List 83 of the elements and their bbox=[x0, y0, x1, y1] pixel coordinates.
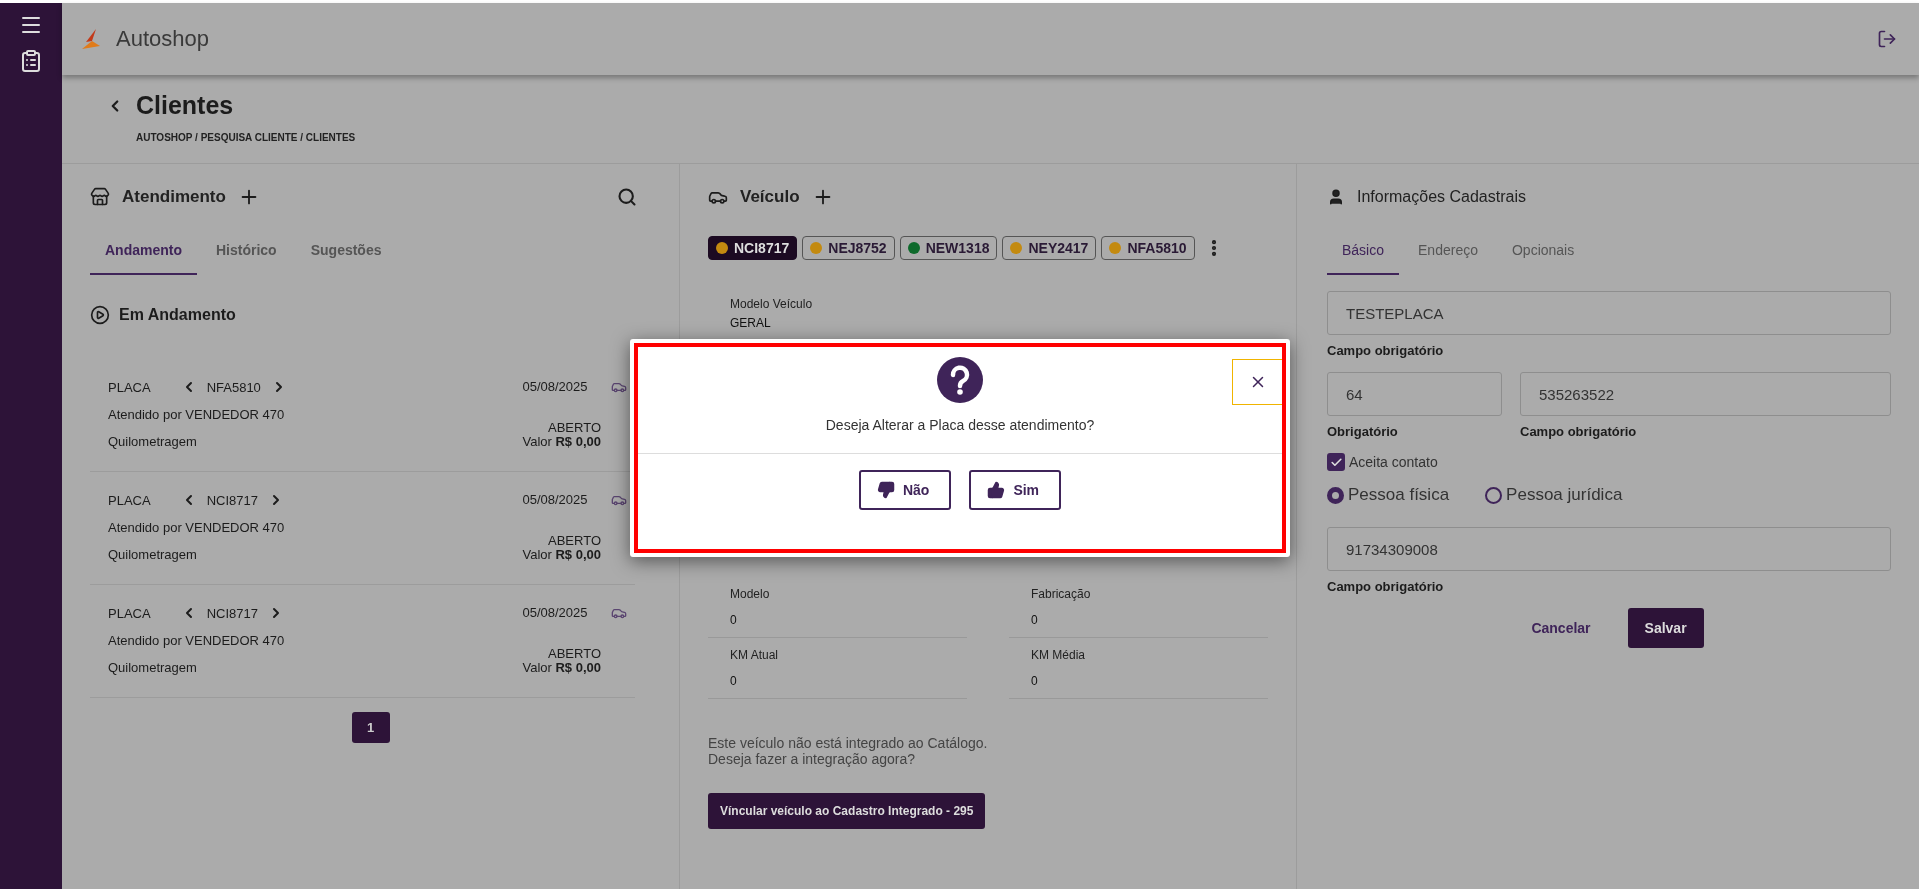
helper-text: Obrigatório bbox=[1327, 424, 1399, 439]
subsection-title: Em Andamento bbox=[119, 306, 236, 324]
mileage-label: Quilometragem bbox=[108, 547, 198, 562]
search-icon[interactable] bbox=[617, 187, 637, 207]
field-label: KM Atual bbox=[730, 648, 780, 662]
integration-notice: Este veículo não está integrado ao Catálogo. Deseja fazer a integração agora? bbox=[708, 735, 989, 767]
tab[interactable]: Sugestões bbox=[295, 232, 397, 275]
plate-label: PLACA bbox=[108, 492, 151, 508]
helper-text: Campo obrigatório bbox=[1520, 424, 1638, 439]
value: Valor R$ 0,00 bbox=[522, 661, 601, 675]
store-icon bbox=[90, 187, 110, 207]
attended-by: Atendido por VENDEDOR 470 bbox=[108, 520, 286, 535]
tab[interactable]: Básico bbox=[1327, 232, 1400, 275]
radio-button[interactable] bbox=[1327, 486, 1344, 504]
helper-text: Campo obrigatório bbox=[1327, 579, 1445, 594]
field-value: 0 bbox=[1031, 674, 1039, 688]
document-field[interactable]: 91734309008 bbox=[1327, 527, 1891, 571]
field-value: 0 bbox=[730, 613, 738, 627]
radio-label: Pessoa física bbox=[1348, 485, 1450, 505]
breadcrumb: AUTOSHOP / PESQUISA CLIENTE / CLIENTES bbox=[136, 132, 357, 143]
checkbox-label: Aceita contato bbox=[1349, 454, 1438, 470]
yes-button[interactable]: Sim bbox=[969, 470, 1062, 510]
value: Valor R$ 0,00 bbox=[522, 548, 601, 562]
logo-icon bbox=[80, 28, 102, 50]
plate-number: NCI8717 bbox=[206, 605, 258, 621]
plate-chip[interactable]: NEW1318 bbox=[899, 236, 998, 260]
date: 05/08/2025 bbox=[522, 379, 589, 395]
cancel-button[interactable]: Cancelar bbox=[1514, 608, 1608, 648]
value: Valor R$ 0,00 bbox=[522, 435, 601, 449]
person-icon bbox=[1327, 188, 1345, 206]
thumbs-up-icon bbox=[987, 481, 1006, 499]
section-title: Informações Cadastrais bbox=[1357, 188, 1526, 206]
phone-field[interactable]: 535263522 bbox=[1520, 372, 1891, 416]
field-label: Modelo Veículo bbox=[730, 297, 813, 311]
page-title: Clientes bbox=[136, 91, 234, 120]
tab[interactable]: Opcionais bbox=[1496, 232, 1590, 275]
plate-number: NCI8717 bbox=[206, 492, 258, 508]
helper-text: Campo obrigatório bbox=[1327, 343, 1445, 358]
field-label: Fabricação bbox=[1031, 587, 1092, 601]
plate-chip[interactable]: NCI8717 bbox=[708, 236, 798, 260]
close-button[interactable] bbox=[1232, 359, 1282, 405]
checkbox[interactable] bbox=[1327, 453, 1345, 471]
radio-button[interactable] bbox=[1485, 486, 1503, 504]
app-name: Autoshop bbox=[116, 26, 210, 52]
status: ABERTO bbox=[548, 534, 601, 548]
tab[interactable]: Andamento bbox=[90, 232, 197, 275]
field-value: GERAL bbox=[730, 316, 771, 330]
clipboard-icon[interactable] bbox=[19, 49, 43, 73]
date: 05/08/2025 bbox=[522, 492, 589, 508]
field-value: 0 bbox=[1031, 613, 1039, 627]
dialog-message: Deseja Alterar a Placa desse atendimento? bbox=[825, 417, 1095, 433]
mileage-label: Quilometragem bbox=[108, 434, 198, 449]
play-icon bbox=[90, 305, 110, 325]
radio-label: Pessoa jurídica bbox=[1506, 485, 1623, 505]
link-vehicle-button[interactable]: Víncular veículo ao Cadastro Integrado - 295 bbox=[708, 793, 986, 829]
field-value: 0 bbox=[730, 674, 738, 688]
thumbs-down-icon bbox=[876, 481, 895, 499]
attended-by: Atendido por VENDEDOR 470 bbox=[108, 633, 286, 648]
plate-chip[interactable]: NEJ8752 bbox=[802, 236, 895, 260]
plate-chip[interactable]: NFA5810 bbox=[1101, 236, 1195, 260]
logout-icon[interactable] bbox=[1877, 29, 1897, 49]
field-label: Modelo bbox=[730, 587, 771, 601]
save-button[interactable]: Salvar bbox=[1627, 608, 1704, 648]
no-button[interactable]: Não bbox=[858, 470, 952, 510]
mileage-label: Quilometragem bbox=[108, 660, 198, 675]
plate-number: NFA5810 bbox=[206, 379, 261, 395]
status: ABERTO bbox=[548, 647, 601, 661]
question-icon bbox=[937, 357, 983, 403]
plate-label: PLACA bbox=[108, 379, 151, 395]
phone-field[interactable]: 64 bbox=[1327, 372, 1502, 416]
page-button[interactable]: 1 bbox=[351, 712, 390, 743]
plate-label: PLACA bbox=[108, 605, 151, 621]
tab[interactable]: Endereço bbox=[1403, 232, 1493, 275]
name-field[interactable]: TESTEPLACA bbox=[1327, 291, 1891, 335]
status: ABERTO bbox=[548, 421, 601, 435]
plate-chip[interactable]: NEY2417 bbox=[1002, 236, 1097, 260]
section-title: Veículo bbox=[740, 187, 800, 207]
tab[interactable]: Histórico bbox=[201, 232, 292, 275]
date: 05/08/2025 bbox=[522, 605, 589, 621]
check-icon bbox=[1329, 455, 1343, 469]
section-title: Atendimento bbox=[122, 187, 226, 207]
attended-by: Atendido por VENDEDOR 470 bbox=[108, 407, 286, 422]
field-label: KM Média bbox=[1031, 648, 1087, 662]
